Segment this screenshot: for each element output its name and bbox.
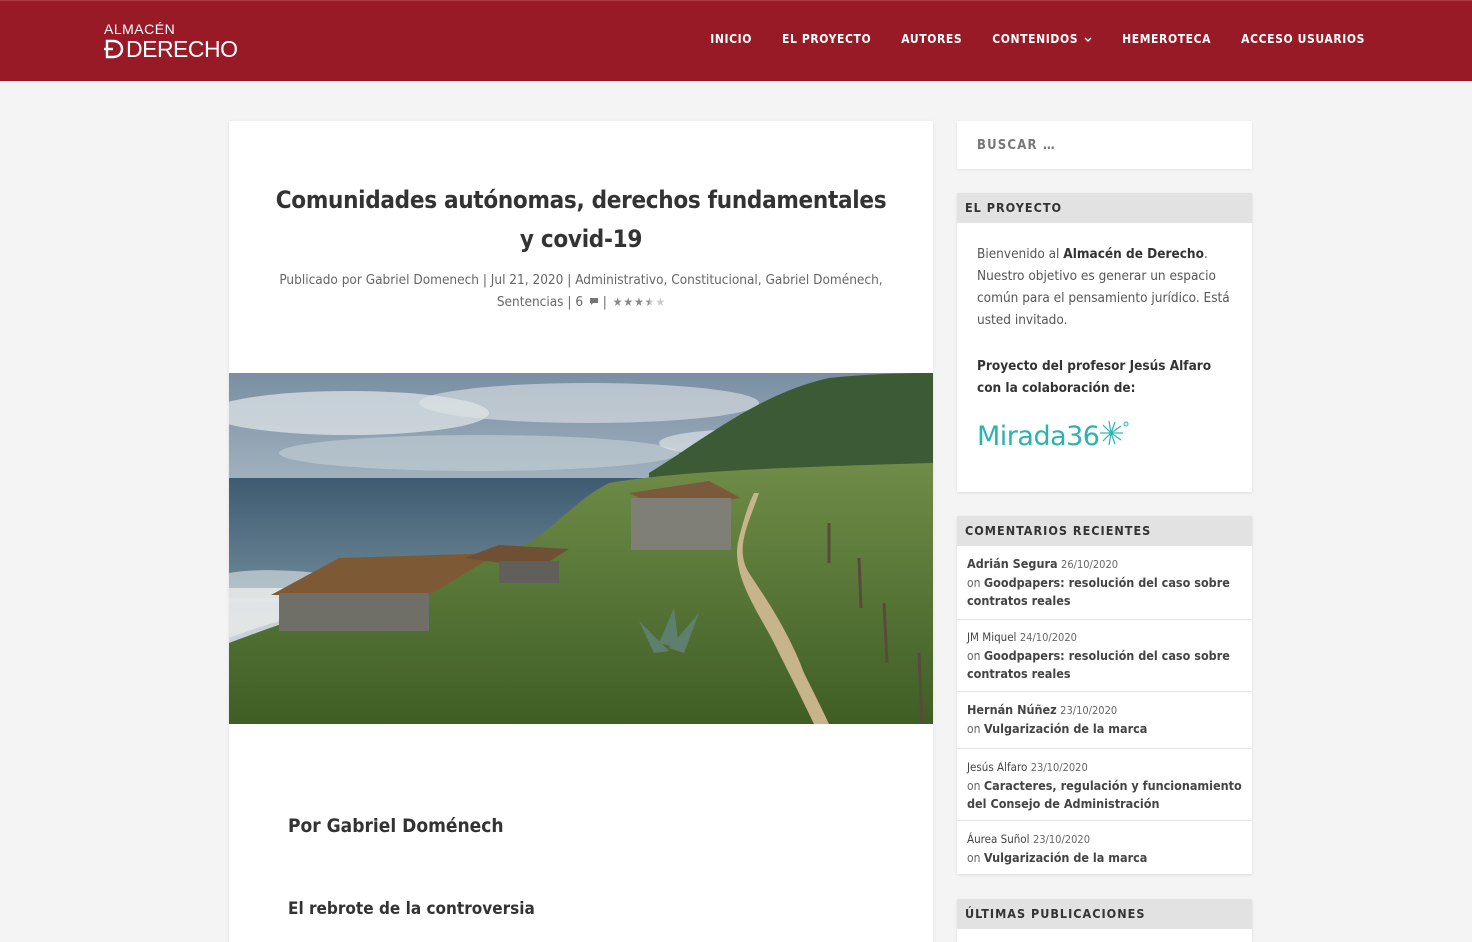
nav-hemeroteca-label: HEMEROTECA [1122,32,1212,46]
comment-author[interactable]: Adrián Segura [967,556,1058,571]
meta-category-link[interactable]: Gabriel Doménech [766,272,879,288]
comment-date: 23/10/2020 [1032,833,1090,846]
comment-author: Jesús Alfaro [967,760,1028,774]
nav-contenidos-label: CONTENIDOS [992,32,1079,46]
comment-item: Adrián Segura 26/10/2020 on Goodpapers: … [957,546,1252,620]
search-input[interactable] [957,121,1252,169]
proyecto-collab: Proyecto del profesor Jesús Alfaro con l… [977,358,1212,396]
comment-date: 23/10/2020 [1030,761,1088,774]
comment-on: on [967,649,981,663]
comment-item: Jesús Alfaro 23/10/2020 on Caracteres, r… [957,749,1252,821]
meta-category-link[interactable]: Sentencias [497,294,564,310]
comment-on: on [967,851,981,865]
nav-el-proyecto[interactable]: EL PROYECTO [782,32,871,46]
comment-item: JM Miquel 24/10/2020 on Goodpapers: reso… [957,620,1252,692]
nav-autores[interactable]: AUTORES [901,32,962,46]
article-byline: Por Gabriel Doménech [288,815,504,837]
article-subheading: El rebrote de la controversia [288,899,535,919]
site-header: ALMACÉN DERECHO INICIO EL PROYECTO AUTOR… [0,0,1472,81]
nav-inicio[interactable]: INICIO [710,32,752,46]
comment-date: 26/10/2020 [1061,558,1119,571]
widget-latest-posts: ÚLTIMAS PUBLICACIONES [957,899,1252,942]
star-icon: ★ [634,295,644,309]
comment-post-link[interactable]: Goodpapers: resolución del caso sobre co… [967,648,1230,681]
meta-category-link[interactable]: Constitucional [671,272,758,288]
main-nav: INICIO EL PROYECTO AUTORES CONTENIDOS HE… [710,32,1365,46]
comment-post-link[interactable]: Vulgarización de la marca [984,721,1148,736]
comment-on: on [967,779,981,793]
rating-stars: ★ ★ ★ ★ ★ [613,296,665,308]
nav-contenidos[interactable]: CONTENIDOS [992,32,1092,46]
star-icon: ★ [655,295,666,309]
comment-on: on [967,722,981,736]
star-icon: ★ [612,295,623,309]
widget-title: ÚLTIMAS PUBLICACIONES [957,899,1252,929]
mirada36-logo-text: Mirada36 [977,420,1100,452]
intro-text: Bienvenido al [977,246,1064,262]
comment-item: Hernán Núñez 23/10/2020 on Vulgarización… [957,692,1252,749]
comment-post-link[interactable]: Caracteres, regulación y funcionamiento … [967,778,1242,811]
comment-author[interactable]: Hernán Núñez [967,702,1057,717]
intro-brand: Almacén de Derecho [1063,246,1204,262]
search-box [957,121,1252,169]
mirada-burst-icon [1099,419,1129,454]
meta-comments-link[interactable]: 6 [575,294,599,310]
comment-post-link[interactable]: Goodpapers: resolución del caso sobre co… [967,575,1230,608]
mirada36-logo[interactable]: Mirada36 [977,419,1232,454]
logo-mark-icon [104,39,124,59]
nav-inicio-label: INICIO [710,32,753,46]
comment-post-link[interactable]: Vulgarización de la marca [984,850,1148,865]
meta-category-link[interactable]: Administrativo [575,272,663,288]
nav-el-proyecto-label: EL PROYECTO [782,32,872,46]
meta-date: Jul 21, 2020 [490,272,564,288]
proyecto-intro: Bienvenido al Almacén de Derecho. Nuestr… [977,243,1232,331]
comment-date: 24/10/2020 [1019,631,1077,644]
comment-on: on [967,576,981,590]
logo-line-2: DERECHO [126,36,238,62]
widget-title: EL PROYECTO [957,193,1252,223]
article-card: Comunidades autónomas, derechos fundamen… [229,121,933,942]
meta-prefix: Publicado por [279,272,366,288]
article-meta: Publicado por Gabriel Domenech | Jul 21,… [279,269,883,313]
star-icon: ★ [623,295,634,309]
article-hero-image [229,373,933,724]
comment-item: Áurea Suñol 23/10/2020 on Vulgarización … [957,821,1252,874]
nav-acceso-usuarios[interactable]: ACCESO USUARIOS [1241,32,1365,46]
meta-comment-count: 6 [575,294,584,310]
comment-date: 23/10/2020 [1060,704,1118,717]
nav-acceso-usuarios-label: ACCESO USUARIOS [1241,32,1365,46]
nav-hemeroteca[interactable]: HEMEROTECA [1122,32,1211,46]
logo-line-1: ALMACÉN [104,21,176,37]
nav-autores-label: AUTORES [901,32,963,46]
widget-el-proyecto: EL PROYECTO Bienvenido al Almacén de Der… [957,193,1252,492]
comment-author: JM Miquel [967,630,1017,644]
chevron-down-icon [1084,32,1092,46]
comment-bubble-icon [589,291,599,313]
meta-author-link[interactable]: Gabriel Domenech [366,272,479,288]
comment-author: Áurea Suñol [967,832,1030,846]
widget-recent-comments: COMENTARIOS RECIENTES Adrián Segura 26/1… [957,516,1252,874]
star-icon: ★ [644,295,655,309]
site-logo[interactable]: ALMACÉN DERECHO [104,21,238,62]
article-title: Comunidades autónomas, derechos fundamen… [275,186,887,253]
widget-title: COMENTARIOS RECIENTES [957,516,1252,546]
